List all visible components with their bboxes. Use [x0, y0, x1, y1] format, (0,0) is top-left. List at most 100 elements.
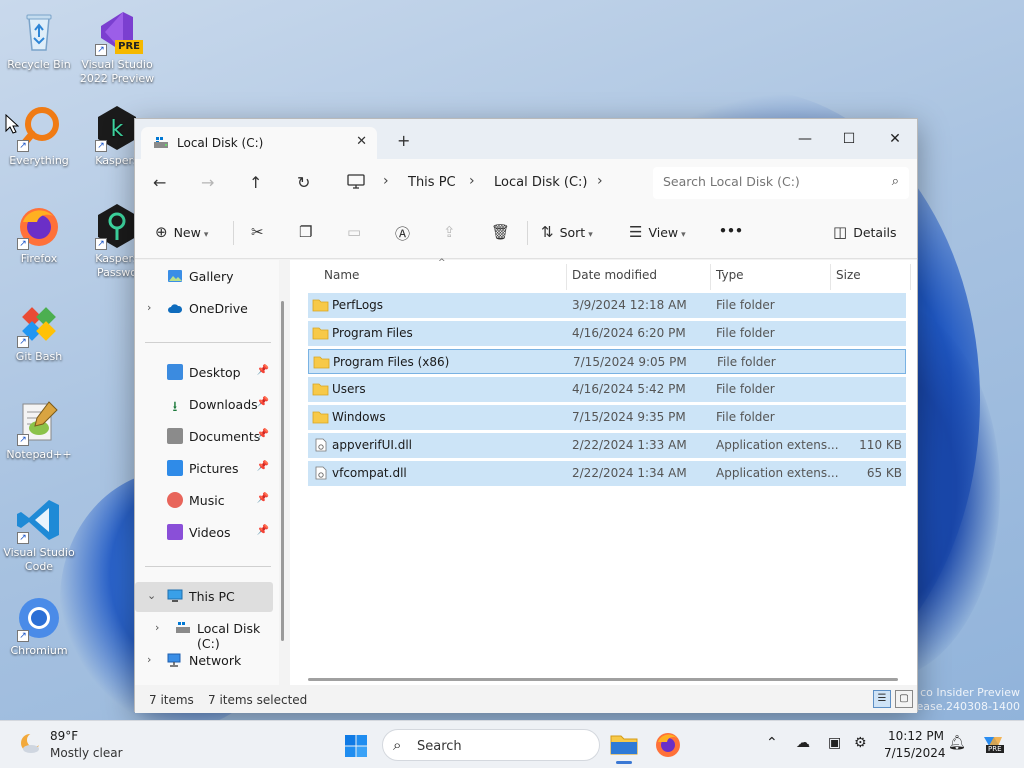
- desktop-icon-visual-studio-code[interactable]: ↗ Visual Studio Code: [0, 496, 78, 574]
- file-row[interactable]: appverifUI.dll 2/22/2024 1:33 AM Applica…: [308, 433, 906, 458]
- chevron-right-icon[interactable]: ›: [147, 653, 151, 666]
- column-header-name[interactable]: Name: [324, 268, 359, 282]
- column-header-type[interactable]: Type: [716, 268, 744, 282]
- chevron-up-icon[interactable]: ⌃: [766, 735, 778, 751]
- nav-scrollbar[interactable]: [281, 301, 284, 641]
- music-icon: [167, 492, 183, 508]
- file-date: 7/15/2024 9:35 PM: [572, 410, 686, 424]
- column-divider[interactable]: [910, 264, 911, 290]
- chevron-right-icon[interactable]: ›: [469, 173, 475, 189]
- up-arrow-icon[interactable]: ↑: [249, 173, 262, 192]
- weather-temperature[interactable]: 89°F: [50, 729, 78, 743]
- nav-item-videos[interactable]: Videos 📌: [135, 518, 273, 548]
- title-bar: Local Disk (C:) ✕ + — ☐ ✕: [135, 119, 917, 159]
- search-icon: ⌕: [393, 736, 402, 754]
- nav-item-music[interactable]: Music 📌: [135, 486, 273, 516]
- clock-date[interactable]: 7/15/2024: [884, 746, 946, 760]
- desktop-icon-visual-studio-2022-preview[interactable]: PRE ↗ Visual Studio 2022 Preview: [78, 8, 156, 86]
- refresh-icon[interactable]: ↻: [297, 173, 310, 192]
- nav-item-pictures[interactable]: Pictures 📌: [135, 454, 273, 484]
- back-arrow-icon[interactable]: ←: [153, 173, 166, 192]
- breadcrumb-local-disk[interactable]: Local Disk (C:): [494, 175, 587, 190]
- file-row[interactable]: Program Files (x86) 7/15/2024 9:05 PM Fi…: [308, 349, 906, 374]
- more-options-button[interactable]: •••: [719, 223, 743, 238]
- forward-arrow-icon[interactable]: →: [201, 173, 214, 192]
- tab-close-icon[interactable]: ✕: [356, 134, 367, 149]
- details-view-icon[interactable]: ☰: [873, 690, 891, 708]
- chevron-down-icon[interactable]: ⌄: [147, 589, 156, 602]
- start-windows-icon[interactable]: [344, 734, 368, 758]
- nav-item-gallery[interactable]: Gallery: [135, 262, 273, 292]
- pin-icon[interactable]: 📌: [257, 525, 269, 536]
- weather-description[interactable]: Mostly clear: [50, 746, 123, 760]
- column-header-size[interactable]: Size: [836, 268, 861, 282]
- toolbar-divider: [233, 221, 234, 245]
- search-box[interactable]: ⌕: [653, 167, 909, 199]
- copilot-button[interactable]: PRE: [980, 731, 1006, 757]
- taskbar-file-explorer[interactable]: [608, 728, 640, 764]
- chevron-right-icon[interactable]: ›: [155, 621, 159, 634]
- maximize-button[interactable]: ☐: [829, 125, 869, 153]
- chevron-right-icon[interactable]: ›: [597, 173, 603, 189]
- file-row[interactable]: PerfLogs 3/9/2024 12:18 AM File folder: [308, 293, 906, 318]
- sort-button[interactable]: ⇅ Sort ▾: [541, 223, 593, 241]
- nav-item-desktop[interactable]: Desktop 📌: [135, 358, 273, 388]
- column-divider[interactable]: [566, 264, 567, 290]
- desktop-icon-chromium[interactable]: ↗ Chromium: [0, 594, 78, 658]
- nav-item-documents[interactable]: Documents 📌: [135, 422, 273, 452]
- pin-icon[interactable]: 📌: [257, 429, 269, 440]
- nav-item-downloads[interactable]: ⭳ Downloads 📌: [135, 390, 273, 420]
- clock-time[interactable]: 10:12 PM: [888, 729, 944, 743]
- new-button[interactable]: ⊕ New ▾: [155, 223, 208, 241]
- column-header-date[interactable]: Date modified: [572, 268, 657, 282]
- delete-button[interactable]: 🗑: [491, 223, 516, 241]
- monitor-icon[interactable]: [347, 174, 365, 190]
- desktop-icon-firefox[interactable]: ↗ Firefox: [0, 202, 78, 266]
- pin-icon[interactable]: 📌: [257, 397, 269, 408]
- network-disconnected-icon[interactable]: ☁: [796, 735, 810, 751]
- toolbar-divider: [527, 221, 528, 245]
- pin-icon[interactable]: 📌: [257, 461, 269, 472]
- weather-moon-icon[interactable]: [18, 731, 42, 755]
- chevron-right-icon[interactable]: ›: [147, 301, 151, 314]
- search-input[interactable]: [663, 174, 873, 189]
- details-button[interactable]: ◫ Details: [833, 223, 897, 241]
- pin-icon[interactable]: 📌: [257, 365, 269, 376]
- copy-button[interactable]: ❐: [299, 223, 318, 241]
- minimize-button[interactable]: —: [785, 125, 825, 153]
- notification-bell-icon[interactable]: 🔔︎: [948, 735, 966, 751]
- nav-item-this-pc[interactable]: ⌄ This PC: [135, 582, 273, 612]
- tab-local-disk[interactable]: Local Disk (C:) ✕: [141, 127, 377, 159]
- new-tab-button[interactable]: +: [397, 131, 410, 150]
- column-divider[interactable]: [710, 264, 711, 290]
- file-row[interactable]: vfcompat.dll 2/22/2024 1:34 AM Applicati…: [308, 461, 906, 486]
- nav-item-local-disk[interactable]: › Local Disk (C:): [135, 614, 273, 651]
- taskbar-firefox[interactable]: [652, 728, 684, 762]
- nav-item-network[interactable]: › Network: [135, 646, 273, 676]
- taskbar-search[interactable]: ⌕ Search: [382, 729, 600, 761]
- pin-icon[interactable]: 📌: [257, 493, 269, 504]
- tiles-view-icon[interactable]: ▢: [895, 690, 913, 708]
- chevron-right-icon[interactable]: ›: [383, 173, 389, 189]
- rename-button[interactable]: Ⓐ: [395, 223, 416, 244]
- file-row[interactable]: Program Files 4/16/2024 6:20 PM File fol…: [308, 321, 906, 346]
- share-button[interactable]: ⇪: [443, 223, 462, 241]
- file-explorer-window: Local Disk (C:) ✕ + — ☐ ✕ ← → ↑ ↻ › This…: [134, 118, 918, 713]
- nav-item-onedrive[interactable]: › OneDrive: [135, 294, 273, 324]
- cut-button[interactable]: ✂: [251, 223, 270, 241]
- file-type: Application extens...: [716, 466, 839, 480]
- close-button[interactable]: ✕: [875, 125, 915, 153]
- breadcrumb-this-pc[interactable]: This PC: [408, 175, 456, 190]
- settings-icon[interactable]: ⚙: [854, 735, 867, 751]
- paste-button[interactable]: ▭: [347, 223, 367, 241]
- file-row[interactable]: Windows 7/15/2024 9:35 PM File folder: [308, 405, 906, 430]
- file-row[interactable]: Users 4/16/2024 5:42 PM File folder: [308, 377, 906, 402]
- display-icon[interactable]: ▣: [828, 735, 841, 751]
- column-divider[interactable]: [830, 264, 831, 290]
- desktop-icon-recycle-bin[interactable]: Recycle Bin: [0, 8, 78, 72]
- horizontal-scrollbar[interactable]: [308, 678, 898, 681]
- desktop-icon-git-bash[interactable]: ↗ Git Bash: [0, 300, 78, 364]
- view-button[interactable]: ☰ View ▾: [629, 223, 686, 241]
- search-icon[interactable]: ⌕: [892, 174, 899, 189]
- desktop-icon-notepad-plus-plus[interactable]: ↗ Notepad++: [0, 398, 78, 462]
